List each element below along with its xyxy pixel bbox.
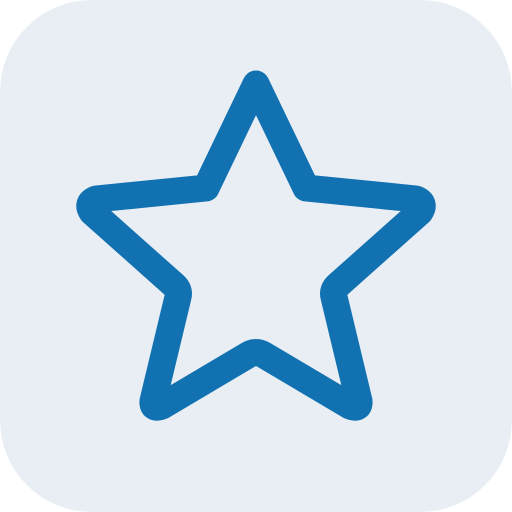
star-app-icon-tile[interactable] xyxy=(0,0,512,512)
star-icon xyxy=(76,70,436,421)
star-outline xyxy=(76,70,436,421)
